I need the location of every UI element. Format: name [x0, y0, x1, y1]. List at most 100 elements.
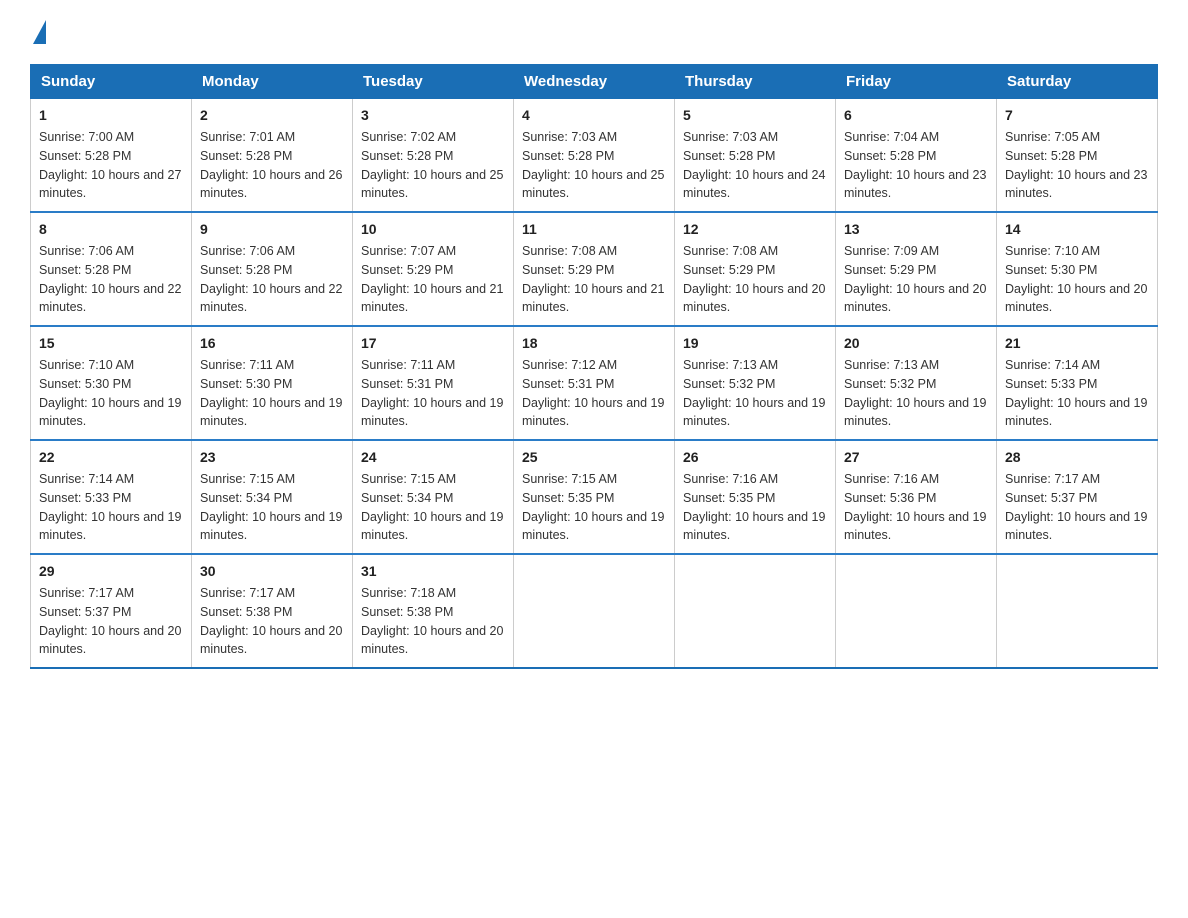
- calendar-day-cell: 4 Sunrise: 7:03 AMSunset: 5:28 PMDaylight…: [514, 99, 675, 213]
- calendar-day-cell: 9 Sunrise: 7:06 AMSunset: 5:28 PMDaylight…: [192, 212, 353, 326]
- day-info: Sunrise: 7:15 AMSunset: 5:35 PMDaylight:…: [522, 472, 664, 542]
- day-number: 29: [39, 561, 183, 582]
- calendar-day-cell: 5 Sunrise: 7:03 AMSunset: 5:28 PMDaylight…: [675, 99, 836, 213]
- day-number: 30: [200, 561, 344, 582]
- day-number: 24: [361, 447, 505, 468]
- calendar-day-cell: 6 Sunrise: 7:04 AMSunset: 5:28 PMDaylight…: [836, 99, 997, 213]
- calendar-day-cell: 19Sunrise: 7:13 AMSunset: 5:32 PMDayligh…: [675, 326, 836, 440]
- day-number: 2: [200, 105, 344, 126]
- calendar-day-cell: 28 Sunrise: 7:17 AMSunset: 5:37 PMDayligh…: [997, 440, 1158, 554]
- day-number: 10: [361, 219, 505, 240]
- day-number: 28: [1005, 447, 1149, 468]
- calendar-day-cell: 2 Sunrise: 7:01 AMSunset: 5:28 PMDaylight…: [192, 99, 353, 213]
- day-info: Sunrise: 7:18 AMSunset: 5:38 PMDaylight:…: [361, 586, 503, 656]
- day-info: Sunrise: 7:10 AMSunset: 5:30 PMDaylight:…: [39, 358, 181, 428]
- col-thursday: Thursday: [675, 65, 836, 99]
- calendar-day-cell: 15 Sunrise: 7:10 AMSunset: 5:30 PMDayligh…: [31, 326, 192, 440]
- calendar-week-row: 8 Sunrise: 7:06 AMSunset: 5:28 PMDaylight…: [31, 212, 1158, 326]
- calendar-day-cell: 29 Sunrise: 7:17 AMSunset: 5:37 PMDayligh…: [31, 554, 192, 668]
- day-info: Sunrise: 7:12 AMSunset: 5:31 PMDaylight:…: [522, 358, 664, 428]
- day-info: Sunrise: 7:11 AMSunset: 5:30 PMDaylight:…: [200, 358, 342, 428]
- calendar-day-cell: 31 Sunrise: 7:18 AMSunset: 5:38 PMDayligh…: [353, 554, 514, 668]
- day-info: Sunrise: 7:13 AMSunset: 5:32 PMDaylight:…: [683, 358, 825, 428]
- calendar-week-row: 15 Sunrise: 7:10 AMSunset: 5:30 PMDayligh…: [31, 326, 1158, 440]
- day-info: Sunrise: 7:14 AMSunset: 5:33 PMDaylight:…: [39, 472, 181, 542]
- day-number: 18: [522, 333, 666, 354]
- day-info: Sunrise: 7:04 AMSunset: 5:28 PMDaylight:…: [844, 130, 986, 200]
- day-info: Sunrise: 7:05 AMSunset: 5:28 PMDaylight:…: [1005, 130, 1147, 200]
- day-info: Sunrise: 7:11 AMSunset: 5:31 PMDaylight:…: [361, 358, 503, 428]
- col-sunday: Sunday: [31, 65, 192, 99]
- day-number: 23: [200, 447, 344, 468]
- calendar-day-cell: 21 Sunrise: 7:14 AMSunset: 5:33 PMDayligh…: [997, 326, 1158, 440]
- day-number: 5: [683, 105, 827, 126]
- day-number: 6: [844, 105, 988, 126]
- day-info: Sunrise: 7:09 AMSunset: 5:29 PMDaylight:…: [844, 244, 986, 314]
- calendar-day-cell: 3 Sunrise: 7:02 AMSunset: 5:28 PMDaylight…: [353, 99, 514, 213]
- day-number: 14: [1005, 219, 1149, 240]
- day-info: Sunrise: 7:16 AMSunset: 5:35 PMDaylight:…: [683, 472, 825, 542]
- calendar-day-cell: 24 Sunrise: 7:15 AMSunset: 5:34 PMDayligh…: [353, 440, 514, 554]
- day-info: Sunrise: 7:17 AMSunset: 5:37 PMDaylight:…: [1005, 472, 1147, 542]
- day-number: 17: [361, 333, 505, 354]
- day-number: 3: [361, 105, 505, 126]
- calendar-day-cell: 7 Sunrise: 7:05 AMSunset: 5:28 PMDaylight…: [997, 99, 1158, 213]
- day-number: 26: [683, 447, 827, 468]
- calendar-day-cell: 25 Sunrise: 7:15 AMSunset: 5:35 PMDayligh…: [514, 440, 675, 554]
- day-number: 25: [522, 447, 666, 468]
- day-number: 31: [361, 561, 505, 582]
- day-info: Sunrise: 7:16 AMSunset: 5:36 PMDaylight:…: [844, 472, 986, 542]
- calendar-day-cell: 20 Sunrise: 7:13 AMSunset: 5:32 PMDayligh…: [836, 326, 997, 440]
- day-info: Sunrise: 7:00 AMSunset: 5:28 PMDaylight:…: [39, 130, 181, 200]
- day-info: Sunrise: 7:17 AMSunset: 5:37 PMDaylight:…: [39, 586, 181, 656]
- calendar-day-cell: 23 Sunrise: 7:15 AMSunset: 5:34 PMDayligh…: [192, 440, 353, 554]
- day-info: Sunrise: 7:14 AMSunset: 5:33 PMDaylight:…: [1005, 358, 1147, 428]
- day-info: Sunrise: 7:03 AMSunset: 5:28 PMDaylight:…: [522, 130, 664, 200]
- col-tuesday: Tuesday: [353, 65, 514, 99]
- day-info: Sunrise: 7:06 AMSunset: 5:28 PMDaylight:…: [200, 244, 342, 314]
- calendar-day-cell: 16 Sunrise: 7:11 AMSunset: 5:30 PMDayligh…: [192, 326, 353, 440]
- calendar-week-row: 22Sunrise: 7:14 AMSunset: 5:33 PMDayligh…: [31, 440, 1158, 554]
- day-info: Sunrise: 7:15 AMSunset: 5:34 PMDaylight:…: [361, 472, 503, 542]
- day-number: 15: [39, 333, 183, 354]
- day-info: Sunrise: 7:15 AMSunset: 5:34 PMDaylight:…: [200, 472, 342, 542]
- calendar-day-cell: 18 Sunrise: 7:12 AMSunset: 5:31 PMDayligh…: [514, 326, 675, 440]
- calendar-day-cell: 13 Sunrise: 7:09 AMSunset: 5:29 PMDayligh…: [836, 212, 997, 326]
- calendar-day-cell: 30 Sunrise: 7:17 AMSunset: 5:38 PMDayligh…: [192, 554, 353, 668]
- calendar-day-cell: [997, 554, 1158, 668]
- calendar-day-cell: 26 Sunrise: 7:16 AMSunset: 5:35 PMDayligh…: [675, 440, 836, 554]
- day-info: Sunrise: 7:07 AMSunset: 5:29 PMDaylight:…: [361, 244, 503, 314]
- day-number: 20: [844, 333, 988, 354]
- day-info: Sunrise: 7:03 AMSunset: 5:28 PMDaylight:…: [683, 130, 825, 200]
- calendar-day-cell: [675, 554, 836, 668]
- calendar-day-cell: 17 Sunrise: 7:11 AMSunset: 5:31 PMDayligh…: [353, 326, 514, 440]
- calendar-day-cell: 14 Sunrise: 7:10 AMSunset: 5:30 PMDayligh…: [997, 212, 1158, 326]
- day-number: 13: [844, 219, 988, 240]
- calendar-table: Sunday Monday Tuesday Wednesday Thursday…: [30, 64, 1158, 669]
- day-number: 4: [522, 105, 666, 126]
- logo-triangle-icon: [33, 20, 46, 44]
- day-number: 11: [522, 219, 666, 240]
- day-info: Sunrise: 7:08 AMSunset: 5:29 PMDaylight:…: [522, 244, 664, 314]
- day-info: Sunrise: 7:17 AMSunset: 5:38 PMDaylight:…: [200, 586, 342, 656]
- calendar-week-row: 1 Sunrise: 7:00 AMSunset: 5:28 PMDaylight…: [31, 99, 1158, 213]
- col-saturday: Saturday: [997, 65, 1158, 99]
- calendar-day-cell: 1 Sunrise: 7:00 AMSunset: 5:28 PMDaylight…: [31, 99, 192, 213]
- calendar-day-cell: 22Sunrise: 7:14 AMSunset: 5:33 PMDayligh…: [31, 440, 192, 554]
- day-number: 9: [200, 219, 344, 240]
- day-info: Sunrise: 7:02 AMSunset: 5:28 PMDaylight:…: [361, 130, 503, 200]
- day-info: Sunrise: 7:10 AMSunset: 5:30 PMDaylight:…: [1005, 244, 1147, 314]
- calendar-day-cell: 8Sunrise: 7:06 AMSunset: 5:28 PMDaylight…: [31, 212, 192, 326]
- day-number: 21: [1005, 333, 1149, 354]
- calendar-day-cell: [514, 554, 675, 668]
- day-number: 12: [683, 219, 827, 240]
- day-number: 8: [39, 219, 183, 240]
- calendar-day-cell: 11 Sunrise: 7:08 AMSunset: 5:29 PMDayligh…: [514, 212, 675, 326]
- calendar-week-row: 29 Sunrise: 7:17 AMSunset: 5:37 PMDayligh…: [31, 554, 1158, 668]
- day-info: Sunrise: 7:13 AMSunset: 5:32 PMDaylight:…: [844, 358, 986, 428]
- day-number: 1: [39, 105, 183, 126]
- day-number: 16: [200, 333, 344, 354]
- calendar-day-cell: [836, 554, 997, 668]
- day-info: Sunrise: 7:01 AMSunset: 5:28 PMDaylight:…: [200, 130, 342, 200]
- day-number: 7: [1005, 105, 1149, 126]
